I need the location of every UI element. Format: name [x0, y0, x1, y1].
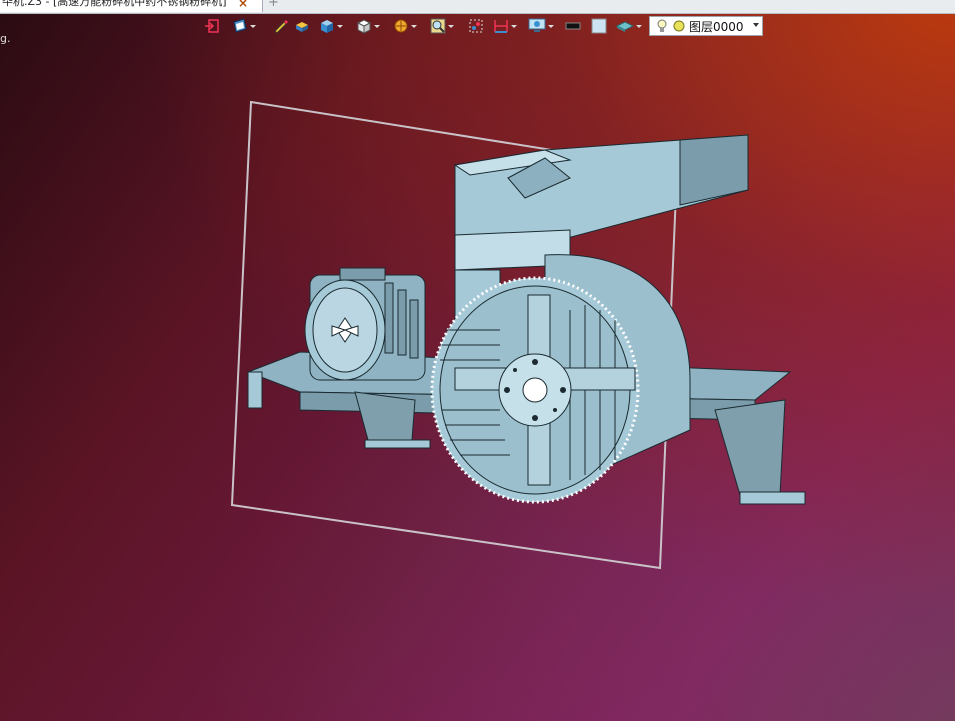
zoom-icon — [430, 18, 446, 34]
layer-color-dot-icon — [673, 20, 685, 32]
shaded-box-icon — [296, 22, 308, 32]
face-color-icon — [591, 18, 607, 34]
title-bar: 卆机.Z3 - [高速万能粉碎机中药不锈钢粉碎机] × + — [0, 0, 955, 14]
lightbulb-icon — [657, 19, 667, 32]
filter-icon — [469, 19, 483, 33]
chevron-down-icon[interactable] — [753, 23, 759, 27]
edit-button[interactable] — [272, 16, 288, 36]
line-color-icon — [565, 22, 581, 30]
layer-selector[interactable]: 图层0000 — [649, 16, 763, 36]
layer-label: 图层0000 — [689, 19, 744, 34]
document-tab-title: 卆机.Z3 - [高速万能粉碎机中药不锈钢粉碎机] — [2, 0, 227, 8]
display-icon — [233, 18, 247, 33]
line-color-button[interactable] — [565, 16, 581, 36]
model-viewport[interactable] — [0, 0, 955, 721]
pencil-icon — [274, 20, 288, 34]
exit-sketch-button[interactable] — [204, 16, 220, 36]
view-display-button[interactable] — [232, 16, 256, 36]
screen-button[interactable] — [528, 16, 554, 36]
cube-icon — [321, 20, 333, 33]
section-button[interactable] — [393, 16, 417, 36]
face-color-button[interactable] — [591, 16, 607, 36]
section-icon — [394, 19, 408, 33]
pick-filter-button[interactable] — [468, 16, 484, 36]
material-icon — [616, 21, 634, 32]
close-tab-button[interactable]: × — [238, 0, 248, 9]
new-tab-button[interactable]: + — [268, 0, 279, 10]
screen-icon — [528, 18, 546, 32]
render-mode-button[interactable] — [319, 16, 343, 36]
zoom-button[interactable] — [430, 16, 454, 36]
standard-views-button[interactable] — [356, 16, 380, 36]
exit-icon — [205, 19, 219, 33]
dimension-button[interactable] — [493, 16, 517, 36]
dimension-icon — [494, 20, 508, 33]
motor-housing[interactable] — [304, 267, 426, 381]
shade-mode-button[interactable] — [294, 16, 310, 36]
side-label: g. — [0, 32, 11, 45]
document-tab[interactable]: 卆机.Z3 - [高速万能粉碎机中药不锈钢粉碎机] × — [0, 0, 263, 12]
view-cube-icon — [356, 19, 372, 34]
material-button[interactable] — [616, 16, 642, 36]
